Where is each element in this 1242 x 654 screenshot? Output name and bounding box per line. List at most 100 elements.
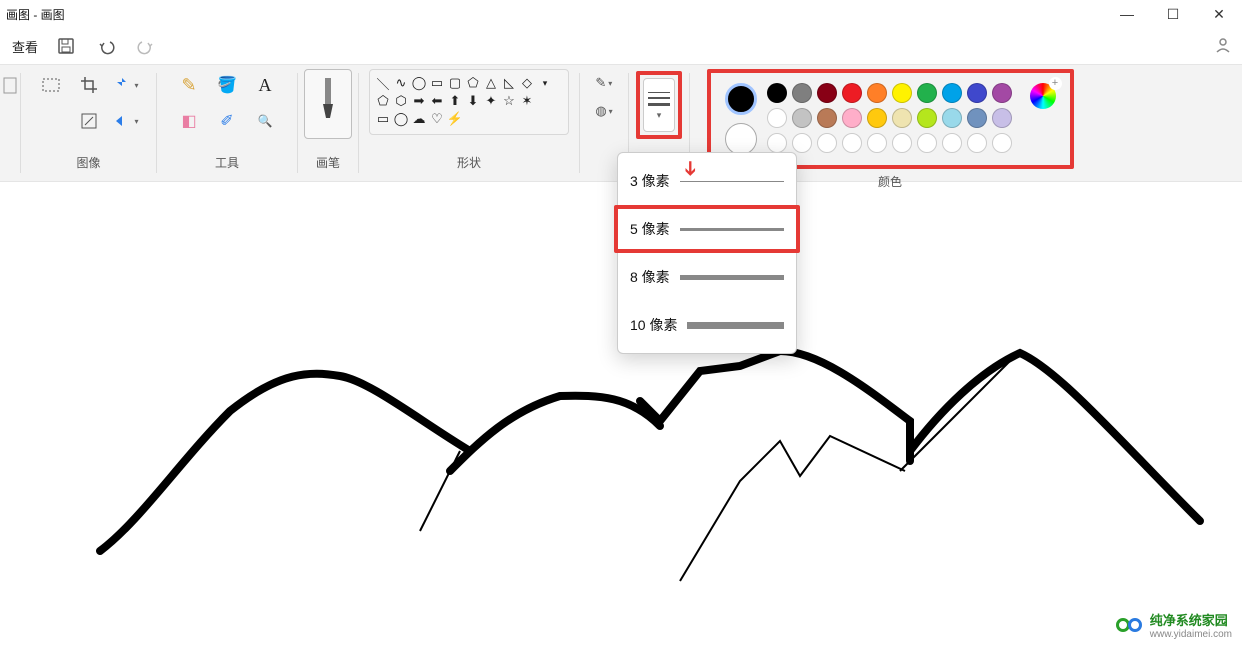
color-swatch[interactable] xyxy=(767,108,787,128)
shape-pentagon[interactable]: ⬠ xyxy=(374,92,392,110)
select-button[interactable] xyxy=(35,69,67,101)
shape-star6[interactable]: ✶ xyxy=(518,92,536,110)
close-button[interactable]: ✕ xyxy=(1196,0,1242,28)
color1-button[interactable] xyxy=(725,83,757,115)
save-button[interactable] xyxy=(46,29,86,63)
color-swatch[interactable] xyxy=(767,83,787,103)
fill-tool[interactable]: 🪣 xyxy=(211,69,243,101)
color-swatch[interactable] xyxy=(992,108,1012,128)
custom-color-slot[interactable] xyxy=(967,133,987,153)
custom-color-slot[interactable] xyxy=(942,133,962,153)
text-tool[interactable]: A xyxy=(249,69,281,101)
size-option-label: 3 像素 xyxy=(630,171,670,191)
color-swatch[interactable] xyxy=(917,83,937,103)
shape-scroll[interactable]: ▾ xyxy=(536,74,554,92)
shape-callout-rect[interactable]: ▭ xyxy=(374,110,392,128)
flip-button[interactable]: ▾ xyxy=(111,105,143,137)
redo-button[interactable] xyxy=(126,29,166,63)
zoom-tool[interactable]: 🔍 xyxy=(249,105,281,137)
color-swatch[interactable] xyxy=(892,108,912,128)
color-swatch[interactable] xyxy=(917,108,937,128)
minimize-button[interactable]: — xyxy=(1104,0,1150,28)
watermark-url: www.yidaimei.com xyxy=(1150,629,1232,640)
shape-line[interactable]: ＼ xyxy=(374,74,392,92)
color2-button[interactable] xyxy=(725,123,757,155)
color-swatch[interactable] xyxy=(942,108,962,128)
shape-rect[interactable]: ▭ xyxy=(428,74,446,92)
custom-color-slot[interactable] xyxy=(892,133,912,153)
custom-color-slot[interactable] xyxy=(867,133,887,153)
color-swatch[interactable] xyxy=(967,83,987,103)
size-option-3px[interactable]: 3 像素 xyxy=(618,157,796,205)
custom-color-slot[interactable] xyxy=(992,133,1012,153)
redo-icon xyxy=(137,37,155,55)
color-swatch[interactable] xyxy=(967,108,987,128)
color-picker-button[interactable]: + xyxy=(1030,83,1056,109)
shape-arrowl[interactable]: ⬅ xyxy=(428,92,446,110)
shape-lightning[interactable]: ⚡ xyxy=(446,110,464,128)
shape-arrowr[interactable]: ➡ xyxy=(410,92,428,110)
color-swatch[interactable] xyxy=(792,83,812,103)
shape-arrowu[interactable]: ⬆ xyxy=(446,92,464,110)
color-swatch[interactable] xyxy=(892,83,912,103)
color-swatch[interactable] xyxy=(792,108,812,128)
color-swatch[interactable] xyxy=(992,83,1012,103)
custom-color-slot[interactable] xyxy=(767,133,787,153)
size-dropdown: 3 像素 5 像素 8 像素 10 像素 xyxy=(617,152,797,354)
shape-triangle[interactable]: △ xyxy=(482,74,500,92)
custom-color-slot[interactable] xyxy=(817,133,837,153)
account-button[interactable] xyxy=(1214,36,1232,57)
color-swatch[interactable] xyxy=(867,108,887,128)
watermark: 纯净系统家园 www.yidaimei.com xyxy=(1116,610,1232,640)
color-swatch[interactable] xyxy=(817,83,837,103)
shape-callout-cloud[interactable]: ☁ xyxy=(410,110,428,128)
shape-scroll2[interactable] xyxy=(536,92,554,110)
eraser-tool[interactable]: ◧ xyxy=(173,105,205,137)
color-swatch[interactable] xyxy=(942,83,962,103)
picker-tool[interactable]: ✐ xyxy=(211,105,243,137)
shape-star5[interactable]: ☆ xyxy=(500,92,518,110)
pencil-tool[interactable]: ✎ xyxy=(173,69,205,101)
undo-button[interactable] xyxy=(86,29,126,63)
color-swatch[interactable] xyxy=(867,83,887,103)
shape-roundrect[interactable]: ▢ xyxy=(446,74,464,92)
line-preview-8 xyxy=(680,275,784,280)
save-icon xyxy=(57,37,75,55)
watermark-text: 纯净系统家园 xyxy=(1150,610,1232,629)
color-swatch[interactable] xyxy=(817,108,837,128)
custom-color-slot[interactable] xyxy=(917,133,937,153)
shape-heart[interactable]: ♡ xyxy=(428,110,446,128)
custom-color-slot[interactable] xyxy=(792,133,812,153)
shape-star4[interactable]: ✦ xyxy=(482,92,500,110)
view-tab[interactable]: 查看 xyxy=(4,33,46,60)
rotate-button[interactable]: ▾ xyxy=(111,69,143,101)
crop-button[interactable] xyxy=(73,69,105,101)
colors-group-label: 颜色 xyxy=(878,169,902,196)
size-option-5px[interactable]: 5 像素 xyxy=(614,205,800,253)
color-swatch[interactable] xyxy=(842,108,862,128)
brushes-button[interactable] xyxy=(304,69,352,139)
shape-polygon[interactable]: ⬠ xyxy=(464,74,482,92)
eyedropper-icon: ✐ xyxy=(220,111,233,131)
line-preview-3 xyxy=(680,181,784,182)
red-arrow-annotation: ➔ xyxy=(678,160,703,177)
shape-curve[interactable]: ∿ xyxy=(392,74,410,92)
size-option-8px[interactable]: 8 像素 xyxy=(618,253,796,301)
maximize-button[interactable]: ☐ xyxy=(1150,0,1196,28)
shape-arrowd[interactable]: ⬇ xyxy=(464,92,482,110)
color-swatch[interactable] xyxy=(842,83,862,103)
fill-option-button[interactable]: ◍▾ xyxy=(591,101,616,121)
size-option-10px[interactable]: 10 像素 xyxy=(618,301,796,349)
shape-callout-oval[interactable]: ◯ xyxy=(392,110,410,128)
shapes-group-label: 形状 xyxy=(457,150,481,177)
shape-hexagon[interactable]: ⬡ xyxy=(392,92,410,110)
resize-button[interactable] xyxy=(73,105,105,137)
custom-color-slot[interactable] xyxy=(842,133,862,153)
shape-oval[interactable]: ◯ xyxy=(410,74,428,92)
shapes-gallery[interactable]: ＼ ∿ ◯ ▭ ▢ ⬠ △ ◺ ◇ ▾ ⬠ ⬡ ➡ ⬅ ⬆ ⬇ ✦ ☆ ✶ ▭ xyxy=(369,69,569,135)
outline-button[interactable]: ✎▾ xyxy=(591,73,616,93)
size-button[interactable]: ▾ xyxy=(643,78,675,132)
shape-diamond[interactable]: ◇ xyxy=(518,74,536,92)
window-title: 画图 - 画图 xyxy=(6,6,65,23)
shape-rtriangle[interactable]: ◺ xyxy=(500,74,518,92)
